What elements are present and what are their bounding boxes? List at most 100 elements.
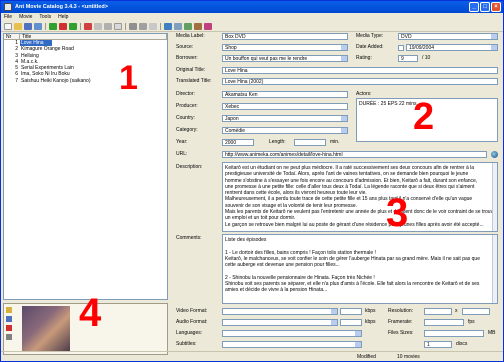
annotation-number-1: 1	[119, 59, 138, 97]
delete-movie-icon[interactable]	[59, 23, 67, 30]
subtitles-label: Subtitles:	[176, 341, 197, 347]
column-header-title[interactable]: Title	[20, 34, 167, 40]
date-added-checkbox[interactable]	[398, 45, 404, 51]
save-icon[interactable]	[24, 23, 32, 30]
video-format-label: Video Format:	[176, 308, 208, 314]
copy-icon[interactable]	[94, 23, 102, 30]
delete-picture-icon[interactable]	[6, 325, 12, 331]
menu-movie[interactable]: Movie	[19, 13, 32, 22]
minimize-button[interactable]: _	[469, 2, 479, 12]
add-movie-icon[interactable]	[49, 23, 57, 30]
year-input[interactable]: 2000	[222, 139, 254, 146]
languages-select[interactable]	[222, 330, 362, 337]
window-title: Ant Movie Catalog 3.4.3 - <untitled>	[15, 4, 108, 10]
audio-bitrate-input[interactable]	[340, 319, 362, 326]
row-number: 7	[15, 77, 18, 84]
translated-title-input[interactable]: Love Hina (2002)	[222, 78, 498, 85]
description-line: Le garçon se retrouve bien malgré lui au…	[225, 221, 484, 228]
category-select[interactable]: Comédie	[222, 127, 348, 134]
borrower-select[interactable]: Un bouffon qui veut pas me le rendre	[222, 55, 348, 62]
audio-format-select[interactable]	[222, 319, 338, 326]
media-type-label: Media Type:	[356, 33, 384, 39]
status-movie-count: 10 movies	[397, 354, 420, 360]
resolution-height-input[interactable]	[462, 308, 490, 315]
framerate-input[interactable]	[424, 319, 464, 326]
media-label-input[interactable]: Box DVD	[222, 33, 348, 40]
main-window: Ant Movie Catalog 3.4.3 - <untitled> _ □…	[0, 0, 504, 362]
description-textarea[interactable]: Keitarô est un étudiant on ne peut plus …	[222, 162, 498, 232]
rating-input[interactable]: 9	[398, 55, 418, 62]
resolution-width-input[interactable]	[424, 308, 452, 315]
comments-line: amies et décide de vivre à la pension Hi…	[225, 287, 328, 294]
toolbar	[1, 22, 503, 32]
description-scrollbar[interactable]	[492, 163, 497, 231]
subtitles-select[interactable]	[222, 341, 362, 348]
open-icon[interactable]	[14, 23, 22, 30]
menu-bar: File Movie Tools Help	[1, 13, 503, 22]
settings-icon[interactable]	[174, 23, 182, 30]
comments-scrollbar[interactable]	[492, 235, 497, 303]
framerate-label: Framerate:	[388, 319, 413, 325]
arrow-right-icon[interactable]	[69, 23, 77, 30]
original-title-input[interactable]: Love Hina	[222, 67, 498, 74]
actors-label: Actors:	[356, 91, 372, 97]
description-line: prestigieuse université de Todaï. Alors,…	[225, 171, 469, 178]
row-title: Saishuu Heiki Kanojo (saikano)	[21, 77, 91, 84]
loan-icon[interactable]	[194, 23, 202, 30]
statistics-icon[interactable]	[184, 23, 192, 30]
menu-file[interactable]: File	[4, 13, 12, 22]
comments-textarea[interactable]: Liste des épisodes 1 - Le dortoir des fil…	[222, 234, 498, 304]
undo-icon[interactable]	[114, 23, 122, 30]
options-icon[interactable]	[139, 23, 147, 30]
movie-details-form: Media Label: Box DVD Media Type: DVD Sou…	[172, 33, 502, 349]
length-label: Length:	[269, 139, 286, 145]
save-picture-icon[interactable]	[6, 316, 12, 322]
resolution-label: Resolution:	[388, 308, 414, 314]
video-format-select[interactable]	[222, 308, 338, 315]
annotation-number-4: 4	[79, 291, 102, 335]
title-bar[interactable]: Ant Movie Catalog 3.4.3 - <untitled> _ □…	[1, 1, 503, 13]
menu-help[interactable]: Help	[58, 13, 68, 22]
source-select[interactable]: Shop	[222, 44, 348, 51]
video-bitrate-input[interactable]	[340, 308, 362, 315]
director-input[interactable]: Akamatsu Ken	[222, 91, 348, 98]
scripts-icon[interactable]	[164, 23, 172, 30]
director-label: Director:	[176, 91, 195, 97]
audio-format-label: Audio Format:	[176, 319, 208, 325]
languages-label: Languages:	[176, 330, 203, 336]
annotation-number-2: 2	[413, 96, 435, 138]
load-picture-icon[interactable]	[6, 307, 12, 313]
globe-icon[interactable]	[491, 151, 498, 158]
rating-suffix: / 10	[422, 55, 431, 61]
producer-label: Producer:	[176, 103, 198, 109]
copy-picture-icon[interactable]	[6, 334, 12, 340]
media-type-select[interactable]: DVD	[398, 33, 498, 40]
comments-label: Comments:	[176, 235, 202, 241]
borrower-label: Borrower:	[176, 55, 198, 61]
discs-input[interactable]: 1	[424, 341, 452, 348]
paste-icon[interactable]	[104, 23, 112, 30]
country-select[interactable]: Japon	[222, 115, 348, 122]
url-label: URL:	[176, 151, 188, 157]
annotation-number-3: 3	[386, 191, 409, 235]
find-icon[interactable]	[129, 23, 137, 30]
list-row[interactable]: 7 Saishuu Heiki Kanojo (saikano)	[4, 78, 167, 84]
description-label: Description:	[176, 164, 203, 170]
files-sizes-input[interactable]	[424, 330, 484, 337]
column-header-nr[interactable]: Nr	[4, 34, 20, 40]
length-input[interactable]	[294, 139, 326, 146]
date-added-label: Date Added:	[356, 44, 384, 50]
url-input[interactable]: http://www.animeka.com/animes/detail/lov…	[222, 151, 487, 158]
cut-icon[interactable]	[84, 23, 92, 30]
new-icon[interactable]	[4, 23, 12, 30]
movie-list[interactable]: Nr Title 1 Love Hina 2 Kimagure Orange Road…	[3, 33, 168, 300]
date-added-input[interactable]: 19/09/2004	[406, 44, 498, 51]
save-as-icon[interactable]	[34, 23, 42, 30]
close-button[interactable]: ×	[491, 2, 501, 12]
print-icon[interactable]	[149, 23, 157, 30]
maximize-button[interactable]: □	[480, 2, 490, 12]
producer-input[interactable]: Xebec	[222, 103, 348, 110]
filter-icon[interactable]	[204, 23, 212, 30]
movie-picture	[22, 306, 70, 352]
menu-tools[interactable]: Tools	[39, 13, 51, 22]
